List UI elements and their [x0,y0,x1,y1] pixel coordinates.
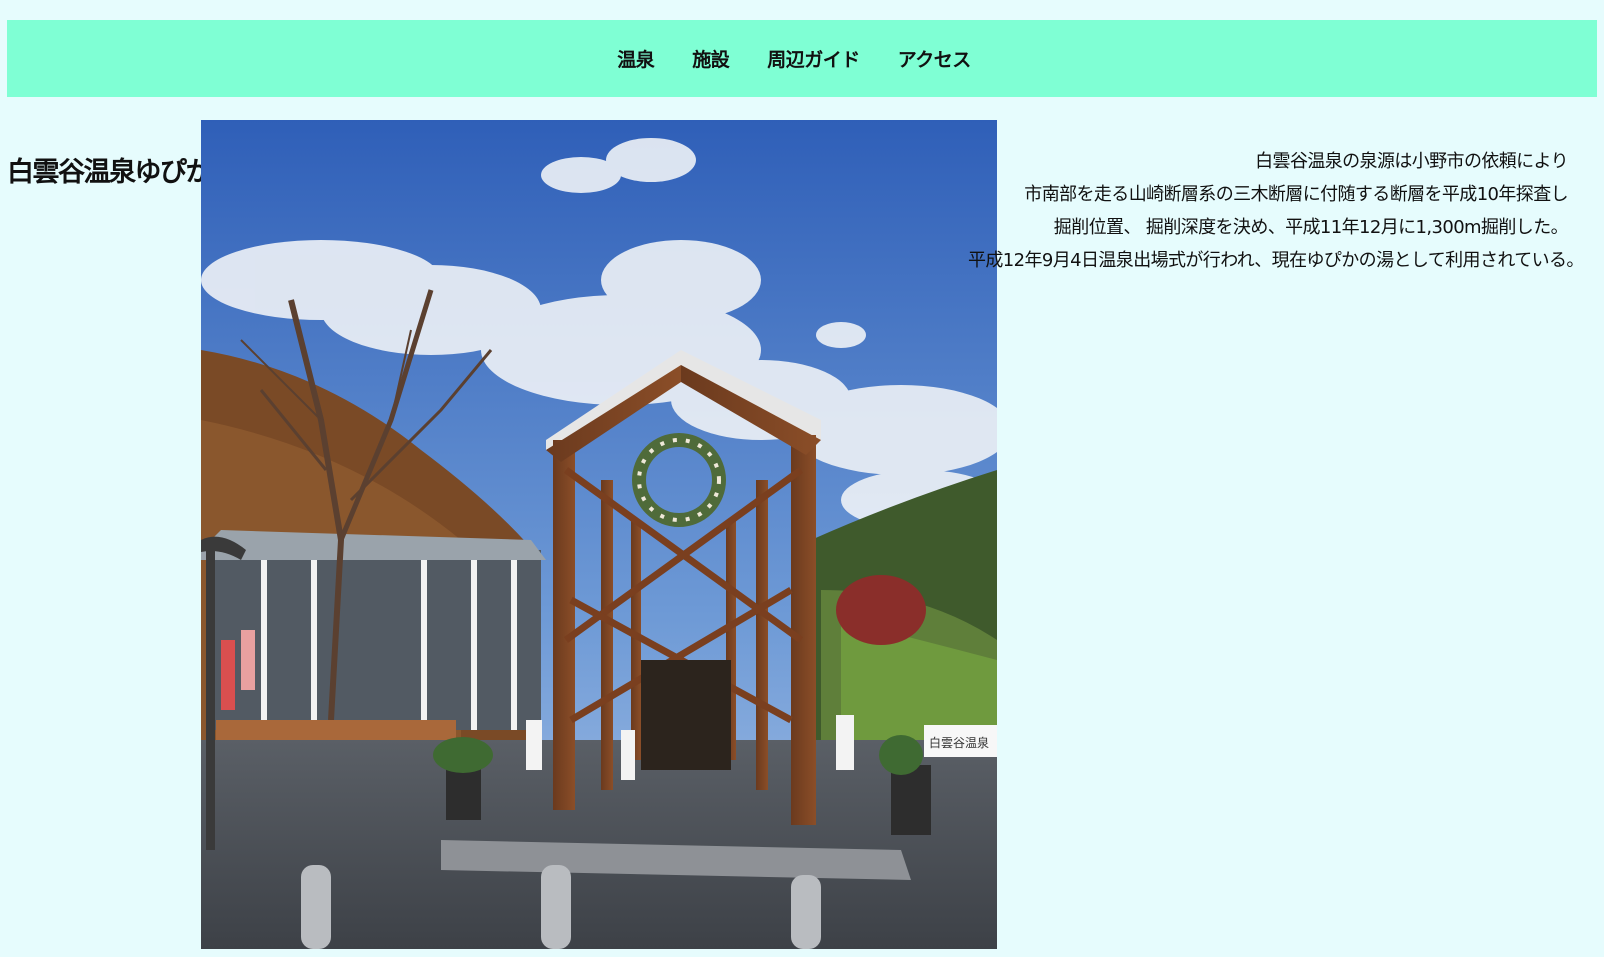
top-nav: 温泉 施設 周辺ガイド アクセス [7,20,1597,97]
nav-item-access[interactable]: アクセス [898,45,972,72]
nav-item-onsen[interactable]: 温泉 [617,45,655,72]
description-line: 平成12年9月4日温泉出場式が行われ、現在ゆぴかの湯として利用されている。 [968,250,1584,271]
nav-item-area-guide[interactable]: 周辺ガイド [767,45,860,72]
onsen-entrance-photo: 白雲谷温泉 [201,120,997,949]
nav-list: 温泉 施設 周辺ガイド アクセス [617,45,971,72]
description-line: 市南部を走る山崎断層系の三木断層に付随する断層を平成10年探査し [1024,184,1568,205]
onsen-description: 白雲谷温泉の泉源は小野市の依頼により 市南部を走る山崎断層系の三木断層に付随する… [968,145,1584,277]
svg-text:白雲谷温泉: 白雲谷温泉 [929,735,989,750]
nav-item-facilities[interactable]: 施設 [692,45,730,72]
description-line: 掘削位置、 掘削深度を決め、平成11年12月に1,300m掘削した。 [1053,217,1569,238]
description-line: 白雲谷温泉の泉源は小野市の依頼により [1255,151,1568,172]
page-title: 白雲谷温泉ゆぴか [7,157,201,188]
